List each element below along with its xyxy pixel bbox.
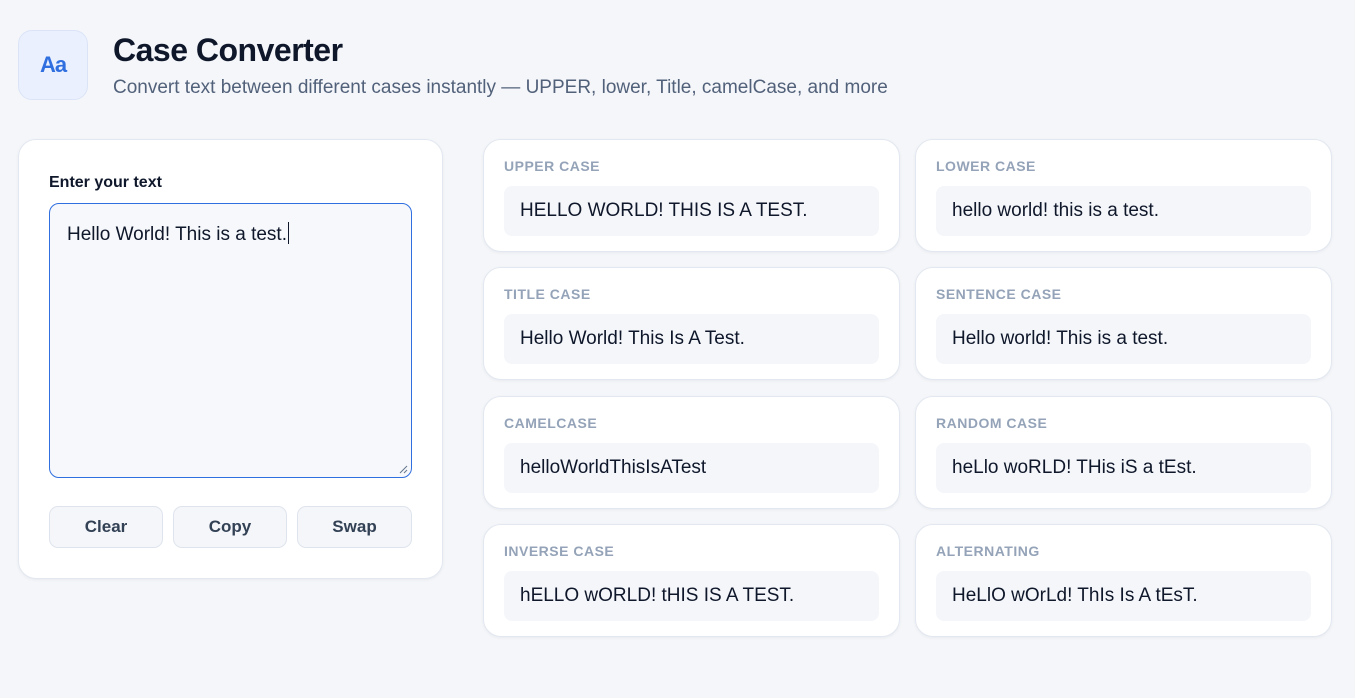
- result-value[interactable]: Hello world! This is a test.: [936, 314, 1311, 364]
- result-card-lower: LOWER CASE hello world! this is a test.: [915, 139, 1332, 252]
- copy-button[interactable]: Copy: [173, 506, 287, 548]
- logo-icon: Aa: [18, 30, 88, 100]
- result-value[interactable]: hello world! this is a test.: [936, 186, 1311, 236]
- text-input-value: Hello World! This is a test.: [67, 224, 287, 245]
- text-caret: [287, 222, 289, 244]
- result-card-sentence: SENTENCE CASE Hello world! This is a tes…: [915, 267, 1332, 380]
- result-label: UPPER CASE: [504, 158, 601, 174]
- result-card-random: RANDOM CASE heLlo woRLD! THis iS a tEst.: [915, 396, 1332, 509]
- page-title: Case Converter: [113, 32, 343, 68]
- result-label: CAMELCASE: [504, 415, 598, 431]
- text-input[interactable]: Hello World! This is a test.: [49, 203, 412, 478]
- result-card-inverse: INVERSE CASE hELLO wORLD! tHIS IS A TEST…: [483, 524, 900, 637]
- page-subtitle: Convert text between different cases ins…: [113, 77, 888, 98]
- result-label: LOWER CASE: [936, 158, 1036, 174]
- resize-handle-icon[interactable]: [399, 465, 408, 474]
- result-value[interactable]: HeLlO wOrLd! ThIs Is A tEsT.: [936, 571, 1311, 621]
- input-card: Enter your text Hello World! This is a t…: [18, 139, 443, 579]
- action-buttons: Clear Copy Swap: [49, 506, 412, 548]
- result-label: SENTENCE CASE: [936, 286, 1062, 302]
- result-label: TITLE CASE: [504, 286, 591, 302]
- result-value[interactable]: helloWorldThisIsATest: [504, 443, 879, 493]
- result-card-alternating: ALTERNATING HeLlO wOrLd! ThIs Is A tEsT.: [915, 524, 1332, 637]
- result-label: RANDOM CASE: [936, 415, 1048, 431]
- result-card-title: TITLE CASE Hello World! This Is A Test.: [483, 267, 900, 380]
- result-value[interactable]: heLlo woRLD! THis iS a tEst.: [936, 443, 1311, 493]
- clear-button[interactable]: Clear: [49, 506, 163, 548]
- swap-button[interactable]: Swap: [297, 506, 412, 548]
- result-value[interactable]: hELLO wORLD! tHIS IS A TEST.: [504, 571, 879, 621]
- result-card-upper: UPPER CASE HELLO WORLD! THIS IS A TEST.: [483, 139, 900, 252]
- result-value[interactable]: Hello World! This Is A Test.: [504, 314, 879, 364]
- result-label: INVERSE CASE: [504, 543, 615, 559]
- result-card-camel: CAMELCASE helloWorldThisIsATest: [483, 396, 900, 509]
- page-header: Aa Case Converter Convert text between d…: [18, 30, 888, 100]
- result-value[interactable]: HELLO WORLD! THIS IS A TEST.: [504, 186, 879, 236]
- header-titles: Case Converter Convert text between diff…: [113, 32, 888, 99]
- result-label: ALTERNATING: [936, 543, 1040, 559]
- input-label: Enter your text: [49, 174, 162, 191]
